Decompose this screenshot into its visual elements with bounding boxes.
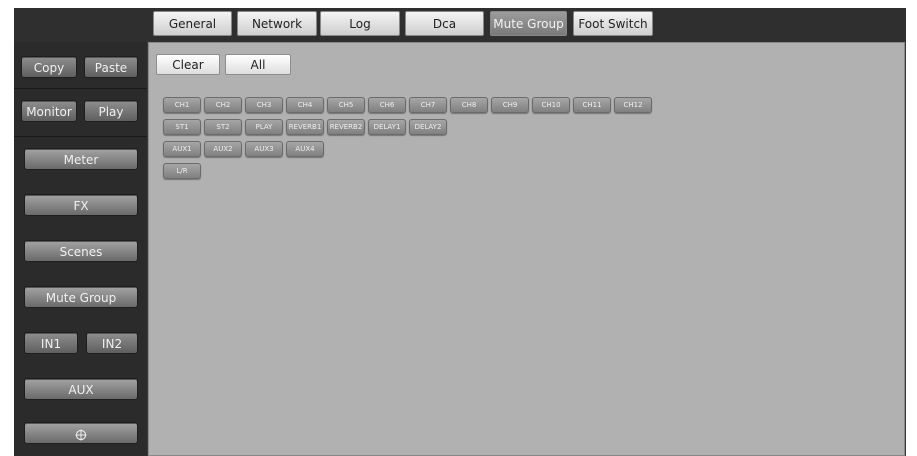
monitor-button[interactable]: Monitor (21, 100, 77, 122)
tab-network[interactable]: Network (237, 11, 317, 36)
tab-bar: General Network Log Dca Mute Group Foot … (14, 8, 906, 42)
mute-group-panel: Clear All CH1 CH2 CH3 CH4 CH5 CH6 CH7 CH8 CH9 CH1… (148, 42, 905, 456)
clear-button[interactable]: Clear (156, 54, 220, 75)
channel-chip-ch9[interactable]: CH9 (491, 97, 529, 113)
target-button[interactable] (24, 422, 138, 444)
channel-chip-delay2[interactable]: DELAY2 (409, 119, 447, 135)
in1-button[interactable]: IN1 (24, 332, 78, 354)
play-button[interactable]: Play (84, 100, 138, 122)
tab-foot-switch[interactable]: Foot Switch (573, 11, 653, 36)
sidebar-divider (14, 88, 147, 89)
channel-chip-ch1[interactable]: CH1 (163, 97, 201, 113)
channel-chip-ch5[interactable]: CH5 (327, 97, 365, 113)
all-button[interactable]: All (225, 54, 291, 75)
scenes-button[interactable]: Scenes (24, 240, 138, 262)
channel-chip-ch12[interactable]: CH12 (614, 97, 652, 113)
channel-chip-aux2[interactable]: AUX2 (204, 141, 242, 157)
tab-log[interactable]: Log (320, 11, 400, 36)
channel-chip-delay1[interactable]: DELAY1 (368, 119, 406, 135)
channel-chip-ch4[interactable]: CH4 (286, 97, 324, 113)
tab-mute-group[interactable]: Mute Group (490, 11, 567, 36)
channel-chip-aux1[interactable]: AUX1 (163, 141, 201, 157)
channel-chip-aux3[interactable]: AUX3 (245, 141, 283, 157)
meter-button[interactable]: Meter (24, 148, 138, 170)
paste-button[interactable]: Paste (84, 56, 138, 78)
channel-chip-st1[interactable]: ST1 (163, 119, 201, 135)
tab-general[interactable]: General (153, 11, 232, 36)
app-window: General Network Log Dca Mute Group Foot … (14, 8, 906, 456)
channel-chip-ch8[interactable]: CH8 (450, 97, 488, 113)
mute-group-button[interactable]: Mute Group (24, 286, 138, 308)
sidebar-divider (14, 136, 147, 137)
channel-chip-aux4[interactable]: AUX4 (286, 141, 324, 157)
channel-chip-ch7[interactable]: CH7 (409, 97, 447, 113)
sidebar: Copy Paste Monitor Play Meter FX Scenes … (14, 42, 147, 456)
channel-chip-play[interactable]: PLAY (245, 119, 283, 135)
channel-chip-ch6[interactable]: CH6 (368, 97, 406, 113)
channel-chip-st2[interactable]: ST2 (204, 119, 242, 135)
target-icon (75, 429, 87, 440)
channel-chip-l-r[interactable]: L/R (163, 163, 201, 179)
channel-chip-reverb1[interactable]: REVERB1 (286, 119, 324, 135)
channel-chip-reverb2[interactable]: REVERB2 (327, 119, 365, 135)
in2-button[interactable]: IN2 (86, 332, 138, 354)
channel-chip-ch10[interactable]: CH10 (532, 97, 570, 113)
channel-chip-ch2[interactable]: CH2 (204, 97, 242, 113)
fx-button[interactable]: FX (24, 194, 138, 216)
channel-chip-ch11[interactable]: CH11 (573, 97, 611, 113)
copy-button[interactable]: Copy (21, 56, 77, 78)
aux-button[interactable]: AUX (24, 378, 138, 400)
channel-chip-ch3[interactable]: CH3 (245, 97, 283, 113)
tab-dca[interactable]: Dca (405, 11, 484, 36)
